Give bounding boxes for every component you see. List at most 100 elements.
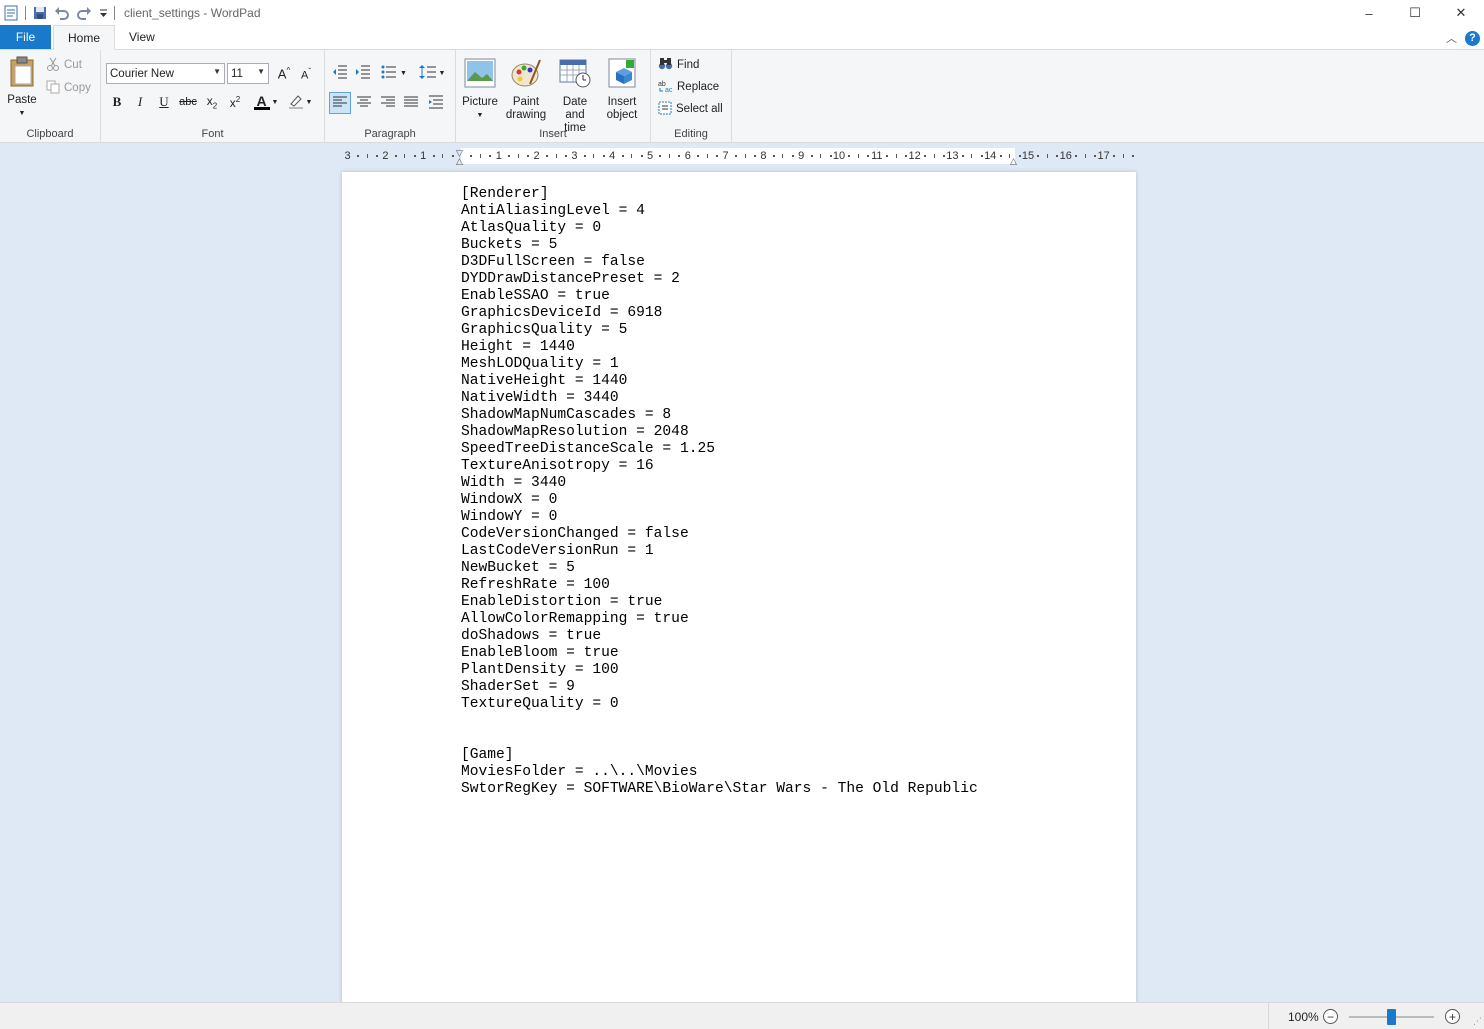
document-line[interactable] xyxy=(461,713,978,730)
minimize-button[interactable]: – xyxy=(1346,0,1392,26)
tab-home[interactable]: Home xyxy=(53,25,116,50)
document-line[interactable]: doShadows = true xyxy=(461,628,978,645)
document-line[interactable]: NativeHeight = 1440 xyxy=(461,373,978,390)
justify-button[interactable] xyxy=(400,92,422,114)
font-family-select[interactable]: Courier New ▼ xyxy=(106,63,225,84)
document-line[interactable] xyxy=(461,730,978,747)
insert-object-button[interactable]: Insert object xyxy=(600,58,644,122)
window-title: client_settings - WordPad xyxy=(124,6,261,20)
document-workarea[interactable]: 3 2 1 1 2 3 4 5 6 7 8 9 10 11 12 13 14 15 16 17 ▽ △ △ [Rend… xyxy=(0,143,1484,1002)
italic-button[interactable]: I xyxy=(129,91,151,113)
ruler-tick xyxy=(1075,155,1078,157)
document-line[interactable]: LastCodeVersionRun = 1 xyxy=(461,543,978,560)
document-line[interactable]: PlantDensity = 100 xyxy=(461,662,978,679)
ribbon-right-controls: ︿ ? xyxy=(1446,30,1480,46)
grow-font-button[interactable]: A^ xyxy=(273,63,295,85)
zoom-out-button[interactable]: − xyxy=(1323,1009,1338,1024)
strikethrough-button[interactable]: abc xyxy=(177,91,199,113)
document-page[interactable]: [Renderer] AntiAliasingLevel = 4 AtlasQual… xyxy=(342,172,1136,1002)
replace-button[interactable]: ab ac Replace xyxy=(658,77,719,97)
text-color-button[interactable]: A ▼ xyxy=(251,91,281,113)
tab-view[interactable]: View xyxy=(115,25,169,49)
shrink-font-button[interactable]: Aˇ xyxy=(295,63,317,85)
cut-button[interactable]: Cut xyxy=(46,55,82,75)
wordpad-icon[interactable] xyxy=(0,2,22,24)
paste-dropdown-icon[interactable]: ▼ xyxy=(19,107,26,120)
ruler-number: 12 xyxy=(908,150,921,162)
document-line[interactable]: AtlasQuality = 0 xyxy=(461,220,978,237)
tab-file[interactable]: File xyxy=(0,25,51,49)
align-left-button[interactable] xyxy=(329,92,351,114)
bullet-list-button[interactable]: ▼ xyxy=(377,62,411,84)
font-size-select[interactable]: 11 ▼ xyxy=(227,63,269,84)
document-line[interactable]: Width = 3440 xyxy=(461,475,978,492)
document-line[interactable]: MeshLODQuality = 1 xyxy=(461,356,978,373)
document-line[interactable]: ShadowMapNumCascades = 8 xyxy=(461,407,978,424)
document-line[interactable]: TextureAnisotropy = 16 xyxy=(461,458,978,475)
document-line[interactable]: EnableBloom = true xyxy=(461,645,978,662)
subscript-button[interactable]: x2 xyxy=(201,91,223,113)
ruler[interactable]: 3 2 1 1 2 3 4 5 6 7 8 9 10 11 12 13 14 15 16 17 ▽ △ △ xyxy=(342,148,1136,167)
document-text[interactable]: [Renderer] AntiAliasingLevel = 4 AtlasQual… xyxy=(461,186,978,798)
ruler-number: 14 xyxy=(984,150,997,162)
grow-font-icon: A^ xyxy=(277,66,291,82)
underline-button[interactable]: U xyxy=(153,91,175,113)
document-line[interactable]: ShadowMapResolution = 2048 xyxy=(461,424,978,441)
document-line[interactable]: AntiAliasingLevel = 4 xyxy=(461,203,978,220)
minus-icon: − xyxy=(1326,1009,1334,1024)
document-line[interactable]: DYDDrawDistancePreset = 2 xyxy=(461,271,978,288)
document-line[interactable]: GraphicsDeviceId = 6918 xyxy=(461,305,978,322)
document-line[interactable]: [Renderer] xyxy=(461,186,978,203)
bold-button[interactable]: B xyxy=(106,91,128,113)
document-line[interactable]: EnableDistortion = true xyxy=(461,594,978,611)
document-line[interactable]: GraphicsQuality = 5 xyxy=(461,322,978,339)
ribbon-collapse-icon[interactable]: ︿ xyxy=(1446,30,1457,46)
select-all-button[interactable]: Select all xyxy=(658,99,723,119)
line-spacing-button[interactable]: ▼ xyxy=(415,62,449,84)
picture-button[interactable]: Picture ▼ xyxy=(461,58,499,122)
right-indent-marker[interactable]: △ xyxy=(1010,156,1017,167)
save-icon[interactable] xyxy=(29,2,51,24)
document-line[interactable]: EnableSSAO = true xyxy=(461,288,978,305)
document-line[interactable]: D3DFullScreen = false xyxy=(461,254,978,271)
align-right-button[interactable] xyxy=(377,92,399,114)
document-line[interactable]: RefreshRate = 100 xyxy=(461,577,978,594)
document-line[interactable]: [Game] xyxy=(461,747,978,764)
highlight-color-button[interactable]: ▼ xyxy=(285,91,315,113)
maximize-button[interactable]: ☐ xyxy=(1392,0,1438,26)
paint-drawing-button[interactable]: Paint drawing xyxy=(503,58,549,122)
document-line[interactable]: WindowY = 0 xyxy=(461,509,978,526)
document-line[interactable]: CodeVersionChanged = false xyxy=(461,526,978,543)
document-line[interactable]: MoviesFolder = ..\..\Movies xyxy=(461,764,978,781)
ruler-number: 2 xyxy=(382,150,389,162)
redo-icon[interactable] xyxy=(73,2,95,24)
paint-palette-icon xyxy=(510,58,542,92)
document-line[interactable]: NewBucket = 5 xyxy=(461,560,978,577)
document-line[interactable]: ShaderSet = 9 xyxy=(461,679,978,696)
align-center-button[interactable] xyxy=(353,92,375,114)
zoom-slider-thumb[interactable] xyxy=(1387,1009,1396,1025)
document-line[interactable]: SpeedTreeDistanceScale = 1.25 xyxy=(461,441,978,458)
paragraph-settings-button[interactable] xyxy=(425,92,447,114)
customize-icon[interactable] xyxy=(95,2,111,24)
document-line[interactable]: TextureQuality = 0 xyxy=(461,696,978,713)
undo-icon[interactable] xyxy=(51,2,73,24)
paste-button[interactable]: Paste ▼ xyxy=(4,56,40,120)
decrease-indent-button[interactable] xyxy=(329,62,351,84)
superscript-button[interactable]: x2 xyxy=(224,91,246,113)
resize-grip-icon[interactable]: ⋰ xyxy=(1473,1016,1482,1027)
increase-indent-button[interactable] xyxy=(352,62,374,84)
document-line[interactable]: WindowX = 0 xyxy=(461,492,978,509)
document-line[interactable]: NativeWidth = 3440 xyxy=(461,390,978,407)
document-line[interactable]: SwtorRegKey = SOFTWARE\BioWare\Star Wars… xyxy=(461,781,978,798)
date-time-button[interactable]: Date and time xyxy=(552,58,598,135)
help-icon[interactable]: ? xyxy=(1465,30,1480,46)
document-line[interactable]: AllowColorRemapping = true xyxy=(461,611,978,628)
left-indent-marker[interactable]: △ xyxy=(456,156,463,167)
find-button[interactable]: Find xyxy=(658,55,699,75)
document-line[interactable]: Height = 1440 xyxy=(461,339,978,356)
document-line[interactable]: Buckets = 5 xyxy=(461,237,978,254)
copy-button[interactable]: Copy xyxy=(46,78,91,98)
zoom-in-button[interactable]: + xyxy=(1445,1009,1460,1024)
close-button[interactable]: ✕ xyxy=(1438,0,1484,26)
